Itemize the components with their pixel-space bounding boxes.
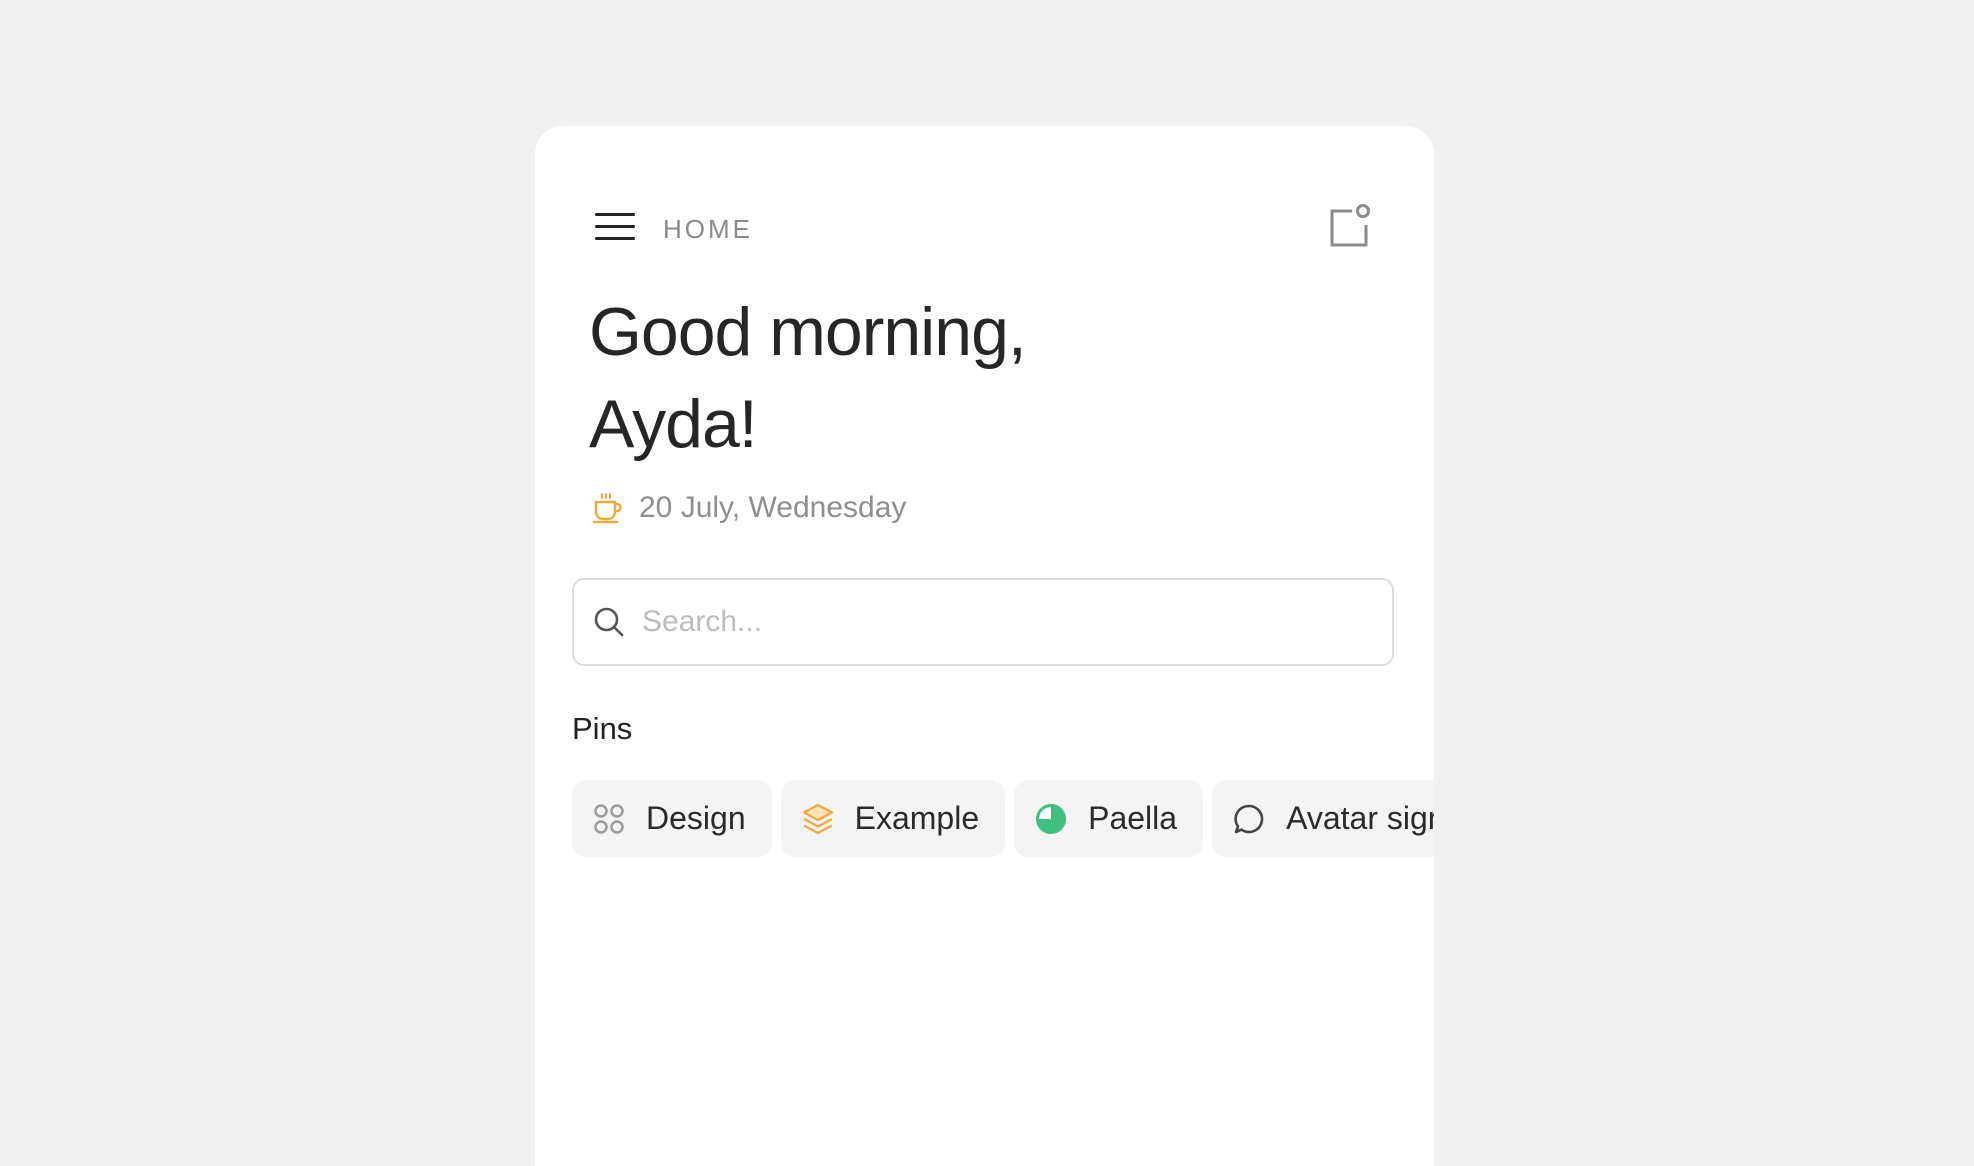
coffee-cup-icon <box>592 493 622 524</box>
date-row: 20 July, Wednesday <box>590 488 906 528</box>
breadcrumb: HOME <box>663 214 753 244</box>
pin-label: Paella <box>1088 800 1178 836</box>
notification-button[interactable] <box>1326 203 1372 249</box>
pin-label: Avatar sign <box>1286 800 1434 836</box>
search-input[interactable] <box>640 604 1344 640</box>
search-box[interactable] <box>572 578 1394 666</box>
pin-design[interactable]: Design <box>572 780 772 857</box>
search-icon <box>594 607 624 637</box>
menu-button[interactable] <box>595 211 635 243</box>
greeting-line-2: Ayda! <box>589 386 758 462</box>
pins-title: Pins <box>572 711 633 746</box>
notification-square-icon <box>1330 204 1370 247</box>
menu-bar <box>595 213 635 216</box>
date-text: 20 July, Wednesday <box>639 491 907 524</box>
pin-label: Example <box>854 800 980 836</box>
greeting-line-1: Good morning, <box>589 294 1027 370</box>
pin-avatar-sign[interactable]: Avatar sign <box>1212 780 1434 857</box>
layers-icon <box>802 803 833 834</box>
pin-label: Design <box>646 800 746 836</box>
pins-list: Design Example Paella Avatar sign <box>572 780 1434 857</box>
pie-chart-icon <box>1036 803 1067 834</box>
pin-example[interactable]: Example <box>780 780 1006 857</box>
chat-bubble-icon <box>1234 804 1264 833</box>
menu-bar <box>595 225 635 228</box>
greeting-heading: Good morning, Ayda! <box>589 286 1027 470</box>
grid-icon <box>594 803 624 834</box>
menu-bar <box>595 237 635 240</box>
pin-paella[interactable]: Paella <box>1014 780 1204 857</box>
home-card: HOME Good morning, Ayda! 20 July, Wednes… <box>535 126 1434 1166</box>
